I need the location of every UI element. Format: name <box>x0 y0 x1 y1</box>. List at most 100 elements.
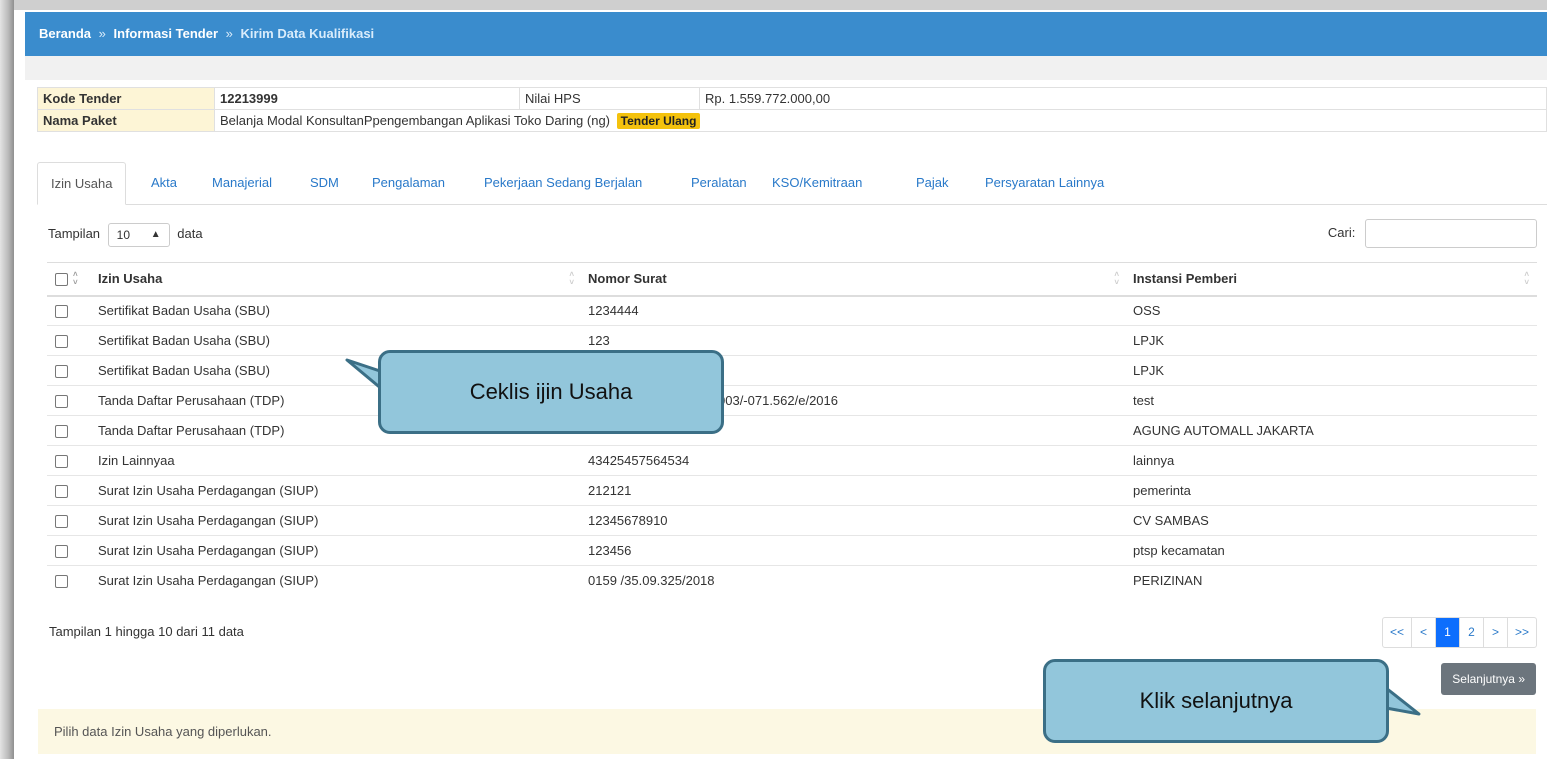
table-row: Tanda Daftar Perusahaan (TDP) AGUNG AUTO… <box>47 415 1537 446</box>
pager-first[interactable]: << <box>1383 618 1411 647</box>
row-select-cell <box>47 505 92 536</box>
column-label: Instansi Pemberi <box>1133 271 1238 287</box>
instansi-pemberi-cell: lainnya <box>1127 445 1537 476</box>
tab-pengalaman[interactable]: Pengalaman <box>359 162 458 205</box>
instansi-pemberi-cell: ptsp kecamatan <box>1127 535 1537 566</box>
select-all-checkbox[interactable] <box>55 273 68 287</box>
page-length-control: Tampilan 10 ▲ data <box>48 220 203 248</box>
search-label: Cari: <box>1327 225 1356 240</box>
sort-icon: ˄ ˅ <box>1524 270 1529 287</box>
selanjutnya-button[interactable]: Selanjutnya » <box>1441 663 1536 695</box>
column-header-nomor-surat[interactable]: Nomor Surat ˄ ˅ <box>582 262 1127 297</box>
column-label: Nomor Surat <box>588 271 667 287</box>
instansi-pemberi-cell: LPJK <box>1127 325 1537 356</box>
breadcrumb-home[interactable]: Beranda <box>39 26 91 41</box>
izin-usaha-cell: Surat Izin Usaha Perdagangan (SIUP) <box>92 475 582 506</box>
qualification-tabs: Izin Usaha Akta Manajerial SDM Pengalama… <box>37 162 1547 205</box>
breadcrumb-current: Kirim Data Kualifikasi <box>240 26 375 41</box>
izin-usaha-cell: Surat Izin Usaha Perdagangan (SIUP) <box>92 505 582 536</box>
breadcrumb-separator: » <box>98 26 106 41</box>
frame-left-edge <box>0 0 14 759</box>
row-select-cell <box>47 445 92 476</box>
nilai-hps-value: Rp. 1.559.772.000,00 <box>699 87 1547 110</box>
breadcrumb-informasi-tender[interactable]: Informasi Tender <box>114 26 219 41</box>
tab-pajak[interactable]: Pajak <box>903 162 962 205</box>
nomor-surat-cell: 0159 /35.09.325/2018 <box>582 565 1127 596</box>
instansi-pemberi-cell: LPJK <box>1127 355 1537 386</box>
tab-kso-kemitraan[interactable]: KSO/Kemitraan <box>759 162 875 205</box>
nomor-surat-cell: 212121 <box>582 475 1127 506</box>
table-row: Izin Lainnyaa 43425457564534 lainnya <box>47 445 1537 476</box>
header-spacer <box>25 56 1547 80</box>
column-label: Izin Usaha <box>98 271 163 287</box>
row-checkbox[interactable] <box>55 485 68 499</box>
nama-paket-cell: Belanja Modal KonsultanPpengembangan Apl… <box>214 109 1547 132</box>
row-select-cell <box>47 385 92 416</box>
tender-ulang-badge: Tender Ulang <box>616 112 701 129</box>
length-suffix: data <box>177 226 203 241</box>
tab-pekerjaan-sedang-berjalan[interactable]: Pekerjaan Sedang Berjalan <box>471 162 655 205</box>
instansi-pemberi-cell: pemerinta <box>1127 475 1537 506</box>
breadcrumb: Beranda » Informasi Tender » Kirim Data … <box>25 12 1547 56</box>
row-select-cell <box>47 475 92 506</box>
pager-page-1[interactable]: 1 <box>1434 618 1459 647</box>
row-checkbox[interactable] <box>55 365 68 379</box>
nomor-surat-cell: 123456 <box>582 535 1127 566</box>
row-checkbox[interactable] <box>55 575 68 589</box>
column-header-izin-usaha[interactable]: Izin Usaha ˄ ˅ <box>92 262 582 297</box>
table-info: Tampilan 1 hingga 10 dari 11 data <box>49 624 244 639</box>
page-length-select[interactable]: 10 ▲ <box>107 222 170 247</box>
row-checkbox[interactable] <box>55 335 68 349</box>
table-row: Surat Izin Usaha Perdagangan (SIUP) 0159… <box>47 565 1537 596</box>
izin-usaha-cell: Surat Izin Usaha Perdagangan (SIUP) <box>92 565 582 596</box>
row-checkbox[interactable] <box>55 425 68 439</box>
select-all-header: ˄ ˅ <box>47 262 92 297</box>
page-length-value: 10 <box>116 227 131 242</box>
kode-tender-label: Kode Tender <box>37 87 215 110</box>
row-checkbox[interactable] <box>55 545 68 559</box>
sort-icon: ˄ ˅ <box>1114 270 1119 287</box>
pager-next[interactable]: > <box>1482 618 1507 647</box>
row-select-cell <box>47 415 92 446</box>
search-input[interactable] <box>1365 219 1537 249</box>
table-row: Sertifikat Badan Usaha (SBU) 1234444 OSS <box>47 295 1537 326</box>
row-checkbox[interactable] <box>55 395 68 409</box>
instansi-pemberi-cell: CV SAMBAS <box>1127 505 1537 536</box>
tab-akta[interactable]: Akta <box>138 162 190 205</box>
row-checkbox[interactable] <box>55 515 68 529</box>
pager-page-2[interactable]: 2 <box>1458 618 1483 647</box>
izin-usaha-cell: Sertifikat Badan Usaha (SBU) <box>92 295 582 326</box>
tab-izin-usaha[interactable]: Izin Usaha <box>37 162 127 205</box>
nomor-surat-cell: 1234444 <box>582 295 1127 326</box>
row-select-cell <box>47 295 92 326</box>
row-checkbox[interactable] <box>55 305 68 319</box>
column-header-instansi-pemberi[interactable]: Instansi Pemberi ˄ ˅ <box>1127 262 1537 297</box>
instansi-pemberi-cell: AGUNG AUTOMALL JAKARTA <box>1127 415 1537 446</box>
screenshot-frame: Beranda » Informasi Tender » Kirim Data … <box>0 0 1547 759</box>
tab-sdm[interactable]: SDM <box>297 162 352 205</box>
pager-prev[interactable]: < <box>1410 618 1435 647</box>
sort-icon: ˄ ˅ <box>73 270 78 287</box>
table-row: Surat Izin Usaha Perdagangan (SIUP) 1234… <box>47 505 1537 536</box>
nomor-surat-cell: 43425457564534 <box>582 445 1127 476</box>
table-row: Sertifikat Badan Usaha (SBU) 123 LPJK <box>47 325 1537 356</box>
tab-peralatan[interactable]: Peralatan <box>678 162 760 205</box>
nilai-hps-label: Nilai HPS <box>519 87 700 110</box>
callout-checklist: Ceklis ijin Usaha <box>378 350 724 434</box>
breadcrumb-separator: » <box>225 26 233 41</box>
tab-manajerial[interactable]: Manajerial <box>199 162 285 205</box>
nomor-surat-cell: 12345678910 <box>582 505 1127 536</box>
row-select-cell <box>47 565 92 596</box>
table-row: Tanda Daftar Perusahaan (TDP) 003/-071.5… <box>47 385 1537 416</box>
row-select-cell <box>47 325 92 356</box>
pager-last[interactable]: >> <box>1506 618 1536 647</box>
tender-info-table: Kode Tender 12213999 Nilai HPS Rp. 1.559… <box>37 87 1547 132</box>
table-row: Sertifikat Badan Usaha (SBU) LPJK <box>47 355 1537 386</box>
izin-usaha-cell: Surat Izin Usaha Perdagangan (SIUP) <box>92 535 582 566</box>
table-row: Surat Izin Usaha Perdagangan (SIUP) 2121… <box>47 475 1537 506</box>
row-checkbox[interactable] <box>55 455 68 469</box>
table-header-row: ˄ ˅ Izin Usaha ˄ ˅ Nomor Surat ˄ ˅ Instansi… <box>47 262 1537 297</box>
sort-icon: ˄ ˅ <box>569 270 574 287</box>
tab-persyaratan-lainnya[interactable]: Persyaratan Lainnya <box>972 162 1117 205</box>
page-content: Beranda » Informasi Tender » Kirim Data … <box>25 12 1547 759</box>
